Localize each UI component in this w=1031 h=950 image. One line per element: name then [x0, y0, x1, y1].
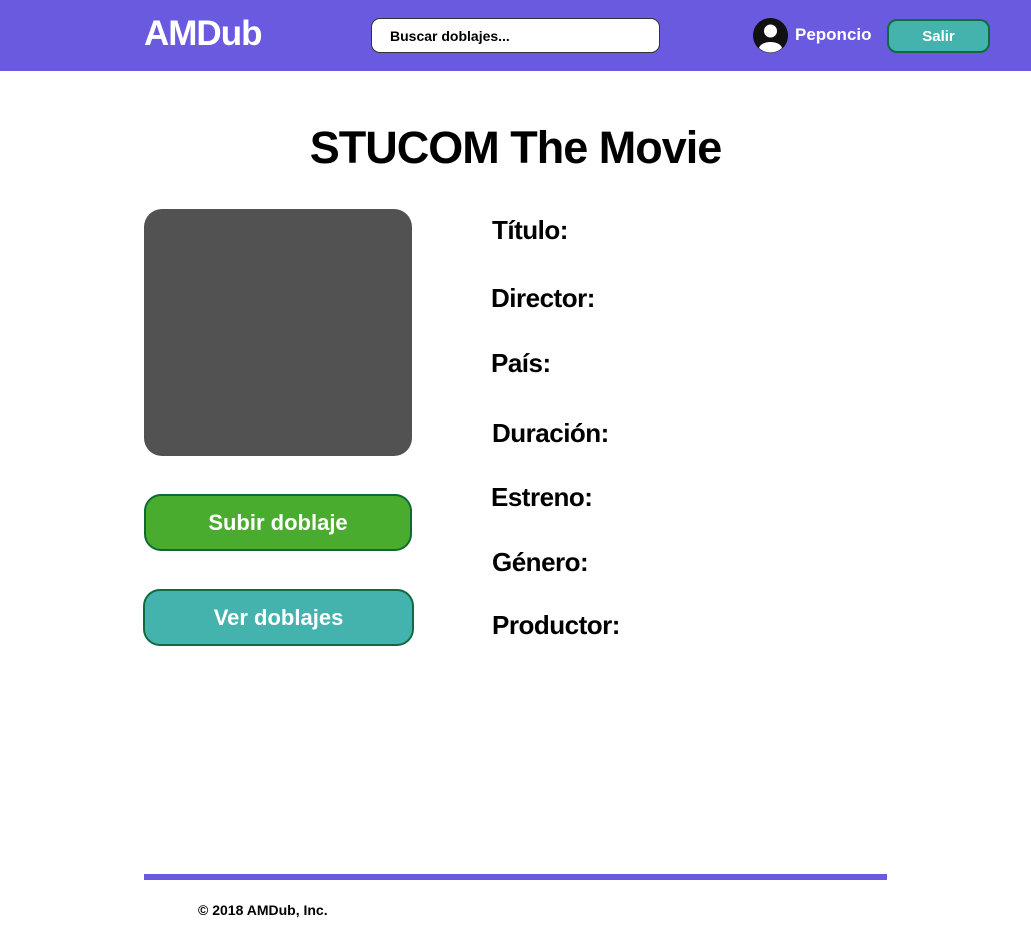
producer-field-label: Productor:: [492, 610, 620, 640]
search-input[interactable]: [371, 18, 660, 53]
duration-field-label: Duración:: [492, 418, 609, 448]
director-field-label: Director:: [491, 283, 595, 313]
upload-dub-button[interactable]: Subir doblaje: [144, 494, 412, 551]
title-field-label: Título:: [492, 215, 568, 245]
user-avatar-icon[interactable]: [753, 18, 788, 53]
username-link[interactable]: Peponcio: [795, 25, 872, 45]
page-title: STUCOM The Movie: [309, 122, 723, 173]
logout-button[interactable]: Salir: [887, 19, 990, 53]
country-field-label: País:: [491, 348, 551, 378]
genre-field-label: Género:: [492, 547, 589, 577]
view-dubs-button[interactable]: Ver doblajes: [143, 589, 414, 646]
movie-poster-placeholder: [144, 209, 412, 456]
footer-divider: [144, 874, 887, 880]
site-logo[interactable]: AMDub: [144, 14, 262, 54]
footer-copyright: © 2018 AMDub, Inc.: [198, 902, 328, 918]
release-field-label: Estreno:: [491, 482, 593, 512]
user-circle-icon: [753, 18, 788, 53]
top-navbar: AMDub Peponcio Salir: [0, 0, 1031, 71]
